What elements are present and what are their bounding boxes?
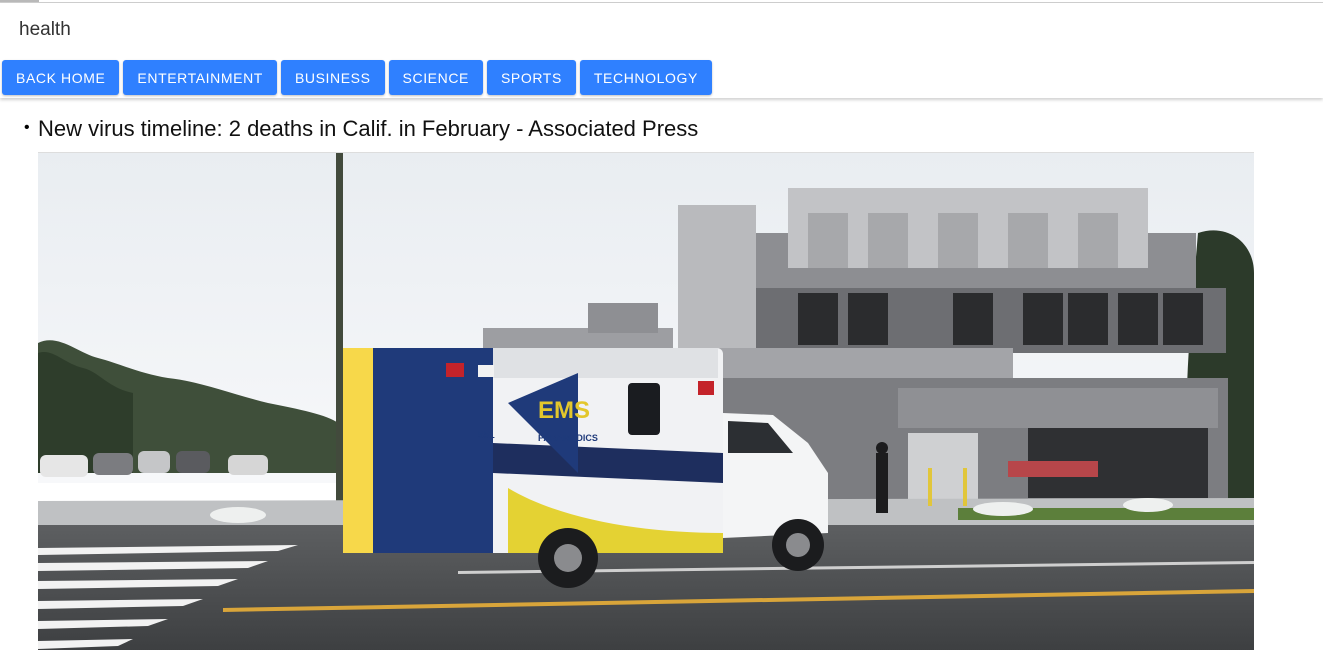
hospital-ambulance-photo: EMS PARAMEDICS 551 [38,153,1254,650]
business-button[interactable]: BUSINESS [280,60,385,95]
technology-button[interactable]: TECHNOLOGY [579,60,712,95]
category-nav: BACK HOME ENTERTAINMENT BUSINESS SCIENCE… [2,60,712,95]
app-header: health BACK HOME ENTERTAINMENT BUSINESS … [0,3,1323,98]
article-image[interactable]: EMS PARAMEDICS 551 [38,152,1254,650]
news-feed: • New virus timeline: 2 deaths in Calif.… [0,98,1323,650]
ambulance-paramedics-text: PARAMEDICS [538,433,598,443]
back-home-button[interactable]: BACK HOME [2,60,120,95]
list-bullet: • [24,119,30,136]
ambulance-ems-text: EMS [538,397,590,424]
category-title: health [19,19,71,40]
article-headline-link[interactable]: New virus timeline: 2 deaths in Calif. i… [38,116,698,142]
ambulance-unit-text: 551 [478,430,495,441]
sports-button[interactable]: SPORTS [486,60,576,95]
science-button[interactable]: SCIENCE [388,60,483,95]
entertainment-button[interactable]: ENTERTAINMENT [123,60,277,95]
